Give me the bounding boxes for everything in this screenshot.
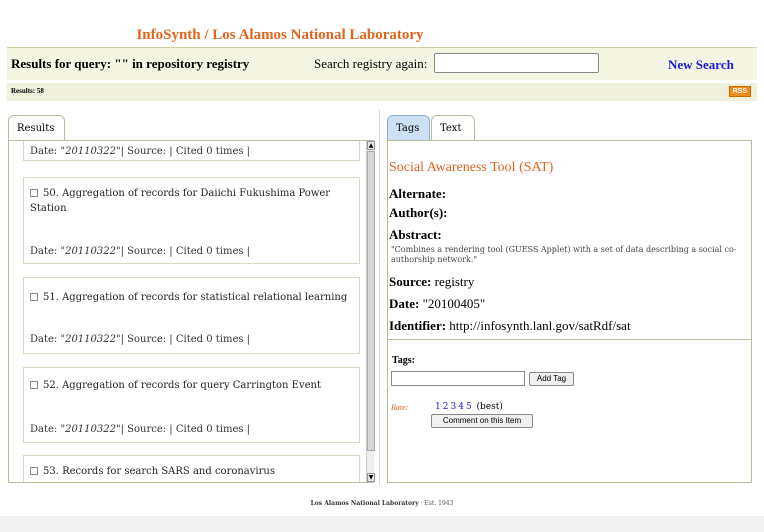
result-card[interactable]: Date: "20110322"| Source: | Cited 0 time… (23, 141, 360, 161)
search-input[interactable] (434, 53, 599, 73)
select-checkbox[interactable] (30, 293, 38, 301)
results-list: Date: "20110322"| Source: | Cited 0 time… (9, 141, 365, 482)
source-value: registry (434, 274, 475, 289)
search-label: Search registry again: (314, 56, 428, 71)
result-meta: | Source: | Cited 0 times | (120, 146, 251, 157)
authors-label: Author(s): (389, 205, 448, 220)
select-checkbox[interactable] (30, 189, 38, 197)
result-title-text: 51. Aggregation of records for statistic… (43, 292, 348, 303)
tab-tags[interactable]: Tags (387, 115, 430, 141)
identifier-value: http://infosynth.lanl.gov/satRdf/sat (449, 318, 631, 333)
abstract-label: Abstract: (389, 227, 442, 242)
result-title-text: 53. Records for search SARS and coronavi… (43, 466, 275, 477)
rate-4-link[interactable]: 4 (458, 402, 464, 412)
result-date: "20110322" (60, 246, 121, 257)
rate-1-link[interactable]: 1 (435, 402, 441, 412)
footer-est: Est. 1943 (424, 500, 454, 507)
result-date: "20110322" (60, 334, 121, 345)
identifier-field: Identifier: http://infosynth.lanl.gov/sa… (389, 318, 631, 334)
item-title: Social Awareness Tool (SAT) (389, 160, 554, 175)
tab-text[interactable]: Text (431, 115, 475, 141)
results-panel: Date: "20110322"| Source: | Cited 0 time… (8, 140, 375, 483)
rate-suffix: (best) (476, 402, 503, 412)
result-title: 53. Records for search SARS and coronavi… (30, 464, 350, 479)
date-field: Date: "20100405" (389, 296, 485, 312)
result-date-line: Date: "20110322"| Source: | Cited 0 time… (30, 334, 250, 345)
rate-5-link[interactable]: 5 (466, 402, 472, 412)
results-scrollbar[interactable]: ▲ ▼ (366, 141, 375, 482)
rating-links: 12345 (best) (435, 402, 503, 412)
date-label: Date: (30, 334, 58, 345)
tags-label: Tags: (392, 355, 415, 366)
rate-3-link[interactable]: 3 (450, 402, 456, 412)
tag-input[interactable] (391, 371, 525, 386)
scroll-thumb[interactable] (367, 151, 375, 451)
footer: Los Alamos National Laboratory · Est. 19… (310, 500, 454, 507)
result-date: "20110322" (60, 424, 121, 435)
alternate-label: Alternate: (389, 186, 447, 201)
source-field: Source: registry (389, 274, 474, 290)
select-checkbox[interactable] (30, 381, 38, 389)
add-tag-button[interactable]: Add Tag (529, 372, 574, 386)
result-date: "20110322" (60, 146, 121, 157)
date-label: Date: (30, 146, 58, 157)
result-title: 52. Aggregation of records for query Car… (30, 378, 350, 393)
abstract-text: "Combines a rendering tool (GUESS Applet… (391, 245, 737, 264)
date-label: Date: (30, 246, 58, 257)
footer-bar (0, 516, 764, 532)
result-date-line: Date: "20110322"| Source: | Cited 0 time… (30, 146, 250, 157)
panel-divider[interactable] (379, 110, 380, 485)
identifier-label: Identifier: (389, 318, 447, 333)
results-count: Results: 58 (11, 87, 44, 95)
scroll-down-arrow-icon[interactable]: ▼ (367, 473, 375, 482)
tab-results[interactable]: Results (8, 115, 65, 141)
rss-button[interactable]: RSS (728, 86, 751, 97)
result-title-text: 52. Aggregation of records for query Car… (43, 380, 321, 391)
result-title: 51. Aggregation of records for statistic… (30, 290, 350, 305)
result-date-line: Date: "20110322"| Source: | Cited 0 time… (30, 424, 250, 435)
result-title: 50. Aggregation of records for Daiichi F… (30, 186, 350, 216)
rate-2-link[interactable]: 2 (443, 402, 449, 412)
select-checkbox[interactable] (30, 467, 38, 475)
footer-org: Los Alamos National Laboratory (310, 500, 419, 507)
results-count-bar: Results: 58 RSS (7, 83, 757, 101)
scroll-up-arrow-icon[interactable]: ▲ (367, 141, 375, 150)
date-label: Date: (389, 296, 420, 311)
result-card[interactable]: 52. Aggregation of records for query Car… (23, 367, 360, 443)
rate-label: Rate: (391, 403, 409, 412)
date-value: "20100405" (422, 296, 486, 311)
authors-field: Author(s): (389, 205, 448, 221)
result-card[interactable]: 50. Aggregation of records for Daiichi F… (23, 177, 360, 264)
result-title-text: 50. Aggregation of records for Daiichi F… (30, 188, 331, 214)
result-meta: | Source: | Cited 0 times | (120, 334, 251, 345)
detail-panel: Social Awareness Tool (SAT) Alternate: A… (387, 140, 752, 483)
result-meta: | Source: | Cited 0 times | (120, 246, 251, 257)
alternate-field: Alternate: (389, 186, 446, 202)
abstract-field: Abstract: (389, 227, 442, 243)
new-search-link[interactable]: New Search (668, 57, 734, 73)
date-label: Date: (30, 424, 58, 435)
result-meta: | Source: | Cited 0 times | (120, 424, 251, 435)
query-description: Results for query: "" in repository regi… (11, 56, 250, 71)
result-card[interactable]: 51. Aggregation of records for statistic… (23, 277, 360, 354)
source-label: Source: (389, 274, 432, 289)
detail-separator (388, 339, 751, 340)
query-bar: Results for query: "" in repository regi… (7, 47, 757, 80)
site-title: InfoSynth / Los Alamos National Laborato… (136, 27, 424, 43)
result-card[interactable]: 53. Records for search SARS and coronavi… (23, 455, 360, 482)
comment-button[interactable]: Comment on this Item (431, 414, 533, 428)
result-date-line: Date: "20110322"| Source: | Cited 0 time… (30, 246, 250, 257)
